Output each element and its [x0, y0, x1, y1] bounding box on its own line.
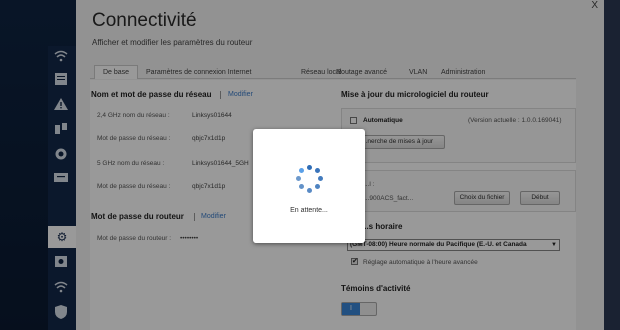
loading-text: En attente... [290, 207, 328, 214]
spinner-icon [295, 165, 323, 193]
loading-dialog: En attente... [253, 129, 365, 243]
window-edge [604, 0, 620, 330]
